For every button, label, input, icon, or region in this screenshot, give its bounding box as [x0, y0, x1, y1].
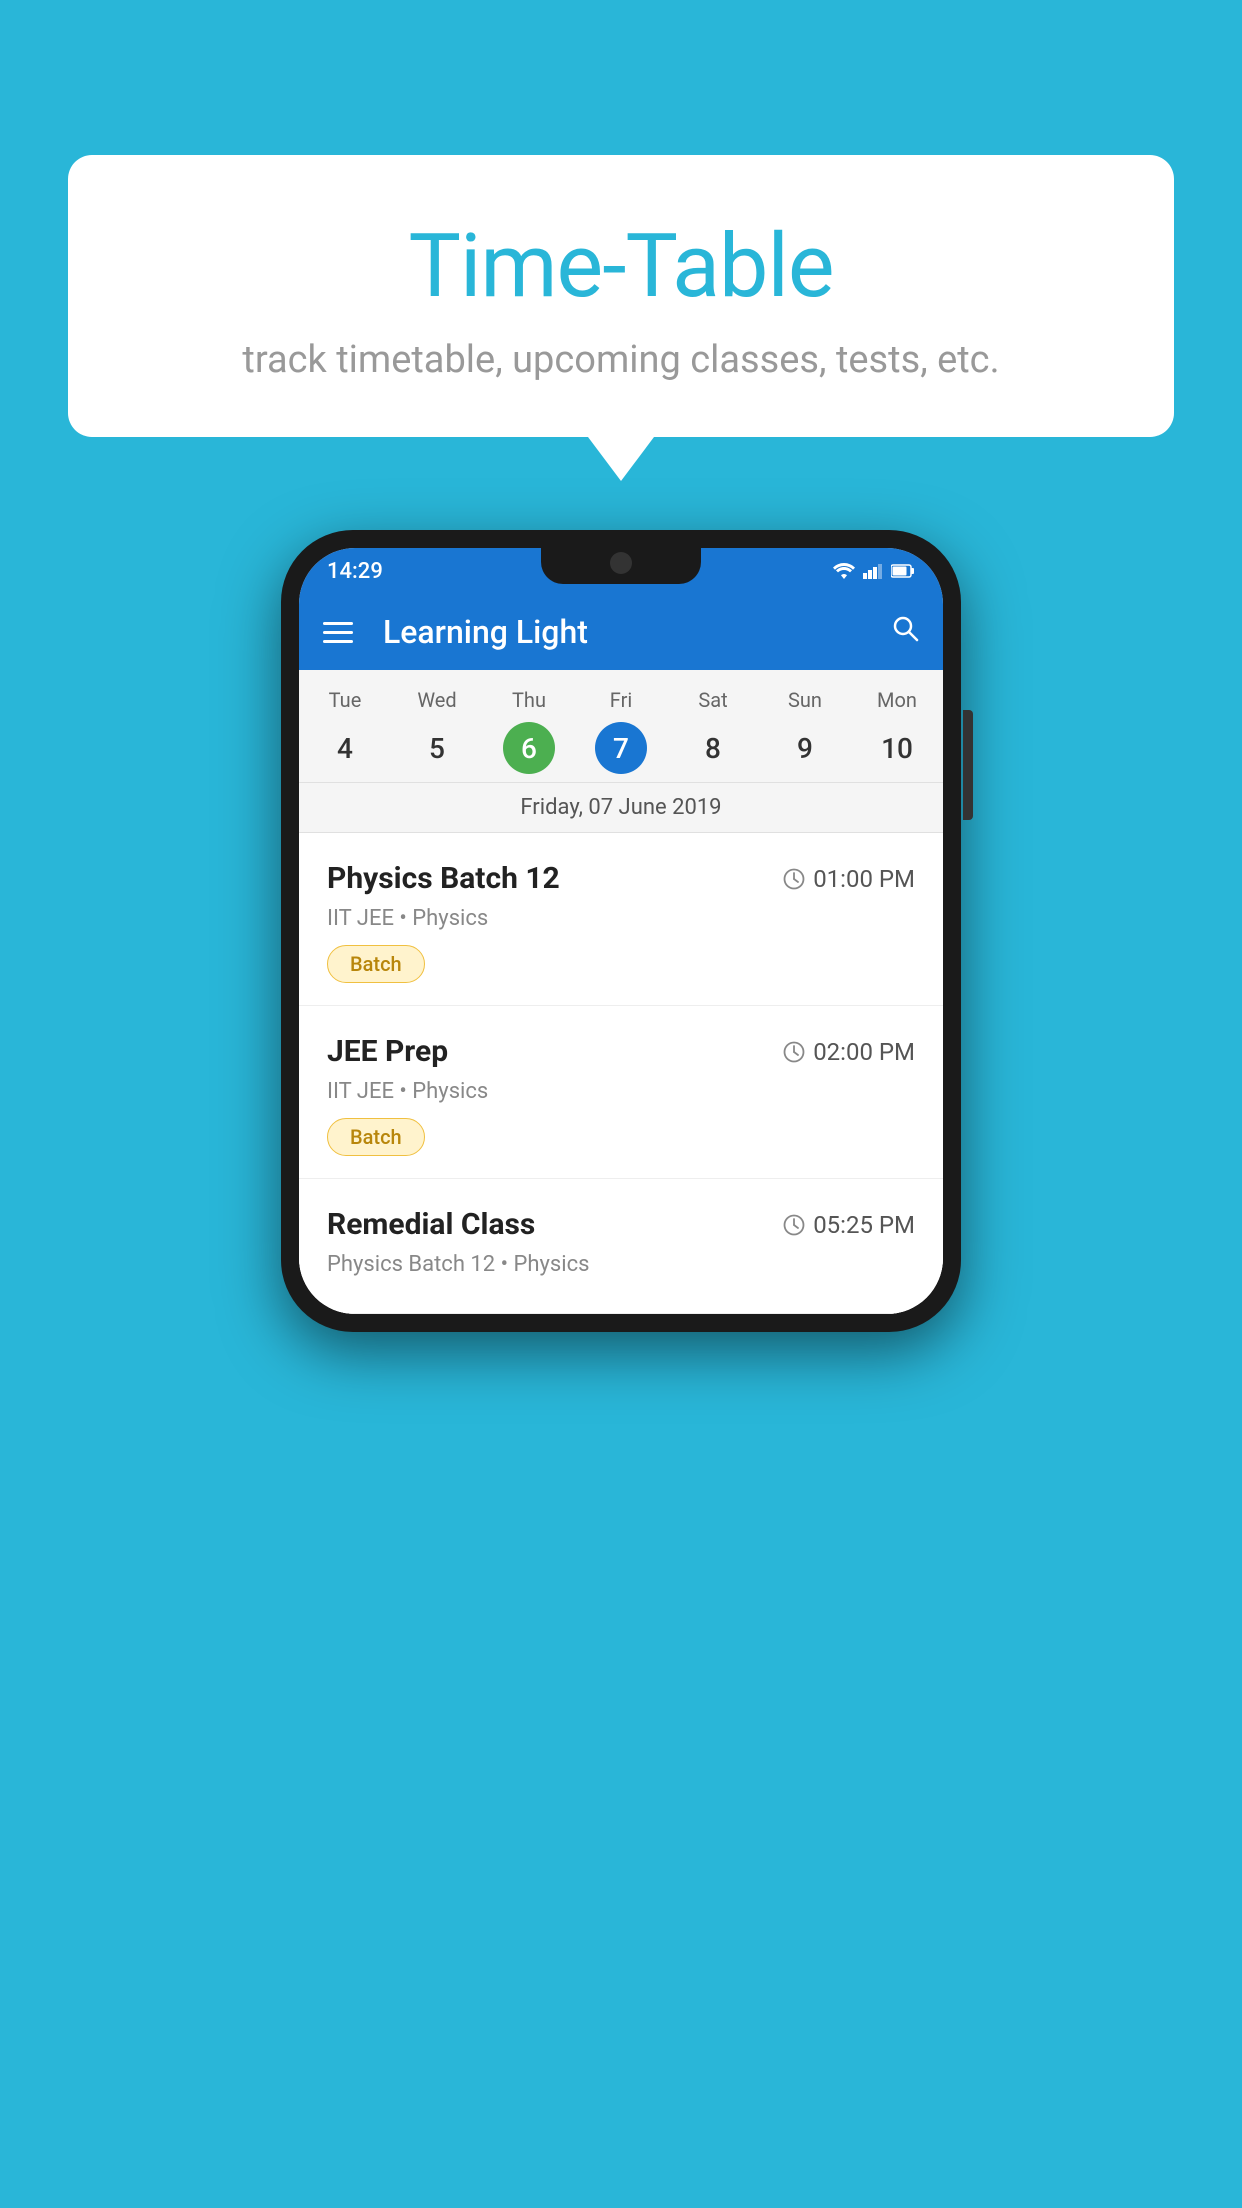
speech-bubble: Time-Table track timetable, upcoming cla… [68, 155, 1174, 437]
cal-day-name: Fri [610, 688, 632, 712]
cal-day-number[interactable]: 9 [779, 722, 831, 774]
schedule-subtitle: Physics Batch 12 • Physics [327, 1252, 915, 1277]
cal-day-name: Sat [698, 688, 727, 712]
cal-day-number[interactable]: 6 [503, 722, 555, 774]
status-icons [833, 563, 915, 579]
batch-badge: Batch [327, 1118, 425, 1156]
cal-day-number[interactable]: 10 [871, 722, 923, 774]
schedule-subtitle: IIT JEE • Physics [327, 906, 915, 931]
phone-outer: 14:29 [281, 530, 961, 1332]
schedule-title: Physics Batch 12 [327, 861, 560, 896]
bubble-subtitle: track timetable, upcoming classes, tests… [108, 338, 1134, 382]
cal-day-name: Thu [512, 688, 546, 712]
calendar-day-col[interactable]: Mon 10 [851, 688, 943, 774]
wifi-icon [833, 563, 855, 579]
schedule-item[interactable]: JEE Prep 02:00 PM IIT JEE • Physics Batc… [299, 1006, 943, 1179]
schedule-list: Physics Batch 12 01:00 PM IIT JEE • Phys… [299, 833, 943, 1314]
cal-day-number[interactable]: 4 [319, 722, 371, 774]
schedule-item-top: JEE Prep 02:00 PM [327, 1034, 915, 1069]
cal-day-number[interactable]: 5 [411, 722, 463, 774]
cal-day-number[interactable]: 8 [687, 722, 739, 774]
calendar-day-col[interactable]: Wed 5 [391, 688, 483, 774]
schedule-item-top: Remedial Class 05:25 PM [327, 1207, 915, 1242]
schedule-time: 05:25 PM [783, 1211, 915, 1239]
cal-day-number[interactable]: 7 [595, 722, 647, 774]
calendar-day-col[interactable]: Tue 4 [299, 688, 391, 774]
cal-day-name: Tue [329, 688, 362, 712]
cal-day-name: Sun [788, 688, 822, 712]
signal-icon [863, 563, 883, 579]
clock-icon [783, 1214, 805, 1236]
schedule-subtitle: IIT JEE • Physics [327, 1079, 915, 1104]
phone-side-button [963, 710, 973, 820]
schedule-title: Remedial Class [327, 1207, 535, 1242]
phone-screen: 14:29 [299, 548, 943, 1314]
calendar-day-col[interactable]: Sun 9 [759, 688, 851, 774]
schedule-time: 02:00 PM [783, 1038, 915, 1066]
cal-day-name: Wed [417, 688, 456, 712]
phone-mockup: 14:29 [281, 530, 961, 1332]
hamburger-icon[interactable] [323, 622, 353, 643]
status-time: 14:29 [327, 559, 383, 584]
schedule-time: 01:00 PM [783, 865, 915, 893]
bubble-title: Time-Table [108, 215, 1134, 318]
calendar-week: Tue 4 Wed 5 Thu 6 Fri 7 Sat 8 Sun 9 Mon 10 [299, 670, 943, 783]
calendar-day-col[interactable]: Fri 7 [575, 688, 667, 774]
phone-camera [610, 552, 632, 574]
cal-day-name: Mon [877, 688, 917, 712]
schedule-item[interactable]: Remedial Class 05:25 PM Physics Batch 12… [299, 1179, 943, 1314]
schedule-title: JEE Prep [327, 1034, 448, 1069]
app-title: Learning Light [383, 613, 869, 651]
clock-icon [783, 868, 805, 890]
schedule-item[interactable]: Physics Batch 12 01:00 PM IIT JEE • Phys… [299, 833, 943, 1006]
calendar-day-col[interactable]: Thu 6 [483, 688, 575, 774]
schedule-item-top: Physics Batch 12 01:00 PM [327, 861, 915, 896]
search-icon[interactable] [891, 614, 919, 650]
selected-date-label: Friday, 07 June 2019 [299, 783, 943, 833]
battery-icon [891, 564, 915, 578]
batch-badge: Batch [327, 945, 425, 983]
calendar-day-col[interactable]: Sat 8 [667, 688, 759, 774]
clock-icon [783, 1041, 805, 1063]
app-bar: Learning Light [299, 594, 943, 670]
